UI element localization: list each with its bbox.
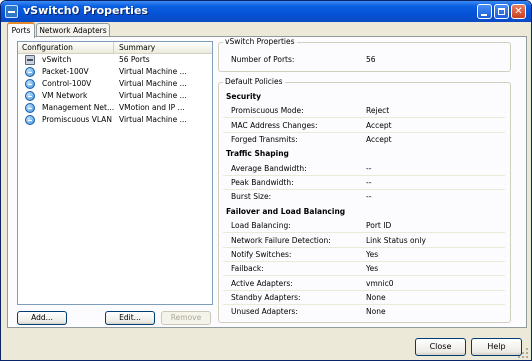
- list-item-configuration: Control-100V: [42, 79, 92, 88]
- portgroup-icon: [25, 115, 35, 125]
- help-button[interactable]: Help: [471, 338, 522, 356]
- row-divider: [223, 132, 505, 133]
- tab-ports[interactable]: Ports: [7, 22, 35, 38]
- network-failure-detection-value: Link Status only: [366, 236, 426, 245]
- list-item-configuration: Packet-100V: [42, 67, 89, 76]
- load-balancing-value: Port ID: [366, 221, 392, 230]
- list-header: Configuration Summary: [18, 42, 212, 54]
- notify-switches-label: Notify Switches:: [231, 250, 292, 259]
- row-divider: [223, 117, 505, 118]
- forged-transmits-value: Accept: [366, 135, 392, 144]
- promiscuous-mode-label: Promiscuous Mode:: [231, 106, 304, 115]
- security-heading: Security: [226, 92, 262, 101]
- list-item[interactable]: VM Network Virtual Machine ...: [18, 90, 212, 102]
- title-bar[interactable]: vSwitch0 Properties ✕: [1, 1, 531, 22]
- load-balancing-label: Load Balancing:: [231, 221, 291, 230]
- average-bandwidth-value: --: [366, 164, 372, 173]
- portgroup-icon: [25, 67, 35, 77]
- list-item-configuration: Promiscuous VLAN: [42, 115, 112, 124]
- list-item-configuration: vSwitch: [42, 55, 72, 64]
- unused-adapters-value: None: [366, 307, 386, 316]
- active-adapters-value: vmnic0: [366, 279, 394, 288]
- row-divider: [223, 189, 505, 190]
- list-item-configuration: VM Network: [42, 91, 88, 100]
- remove-button[interactable]: Remove: [161, 311, 211, 325]
- list-item-summary: Virtual Machine ...: [119, 91, 187, 100]
- row-divider: [223, 304, 505, 305]
- row-divider: [223, 275, 505, 276]
- list-item[interactable]: Packet-100V Virtual Machine ...: [18, 66, 212, 78]
- forged-transmits-label: Forged Transmits:: [231, 135, 298, 144]
- vswitch-icon: [25, 55, 35, 65]
- standby-adapters-label: Standby Adapters:: [231, 293, 301, 302]
- portgroup-icon: [25, 91, 35, 101]
- list-item-summary: VMotion and IP ...: [119, 103, 185, 112]
- minimize-icon: [481, 14, 487, 16]
- close-icon: ✕: [514, 6, 523, 17]
- portgroup-icon: [25, 103, 35, 113]
- unused-adapters-label: Unused Adapters:: [231, 307, 298, 316]
- maximize-icon: [498, 8, 505, 15]
- list-item[interactable]: Control-100V Virtual Machine ...: [18, 78, 212, 90]
- list-item[interactable]: Promiscuous VLAN Virtual Machine ...: [18, 114, 212, 126]
- peak-bandwidth-label: Peak Bandwidth:: [231, 178, 294, 187]
- burst-size-label: Burst Size:: [231, 192, 272, 201]
- list-item-summary: Virtual Machine ...: [119, 79, 187, 88]
- network-failure-detection-label: Network Failure Detection:: [231, 236, 331, 245]
- list-item-summary: 56 Ports: [119, 55, 150, 64]
- failback-value: Yes: [366, 264, 379, 273]
- tab-network-adapters[interactable]: Network Adapters: [36, 23, 110, 37]
- row-divider: [223, 247, 505, 248]
- row-divider: [223, 261, 505, 262]
- close-button[interactable]: Close: [415, 338, 466, 356]
- list-item[interactable]: vSwitch 56 Ports: [18, 54, 212, 66]
- failback-label: Failback:: [231, 264, 264, 273]
- number-of-ports-value: 56: [366, 55, 376, 64]
- add-button[interactable]: Add...: [17, 311, 67, 325]
- mac-address-changes-label: MAC Address Changes:: [231, 121, 318, 130]
- number-of-ports-label: Number of Ports:: [231, 55, 295, 64]
- row-divider: [223, 232, 505, 233]
- properties-window: vSwitch0 Properties ✕ Ports Network Adap…: [0, 0, 532, 361]
- minimize-button[interactable]: [477, 4, 492, 19]
- list-item-summary: Virtual Machine ...: [119, 67, 187, 76]
- list-item-summary: Virtual Machine ...: [119, 115, 187, 124]
- window-close-button[interactable]: ✕: [511, 4, 526, 19]
- mac-address-changes-value: Accept: [366, 121, 392, 130]
- list-item[interactable]: Management Net... VMotion and IP ...: [18, 102, 212, 114]
- portgroup-icon: [25, 79, 35, 89]
- window-title: vSwitch0 Properties: [23, 4, 148, 17]
- vswitch-properties-title: vSwitch Properties: [223, 37, 297, 47]
- maximize-button[interactable]: [494, 4, 509, 19]
- resize-grip[interactable]: [518, 348, 528, 358]
- active-adapters-label: Active Adapters:: [231, 279, 293, 288]
- default-policies-title: Default Policies: [223, 77, 285, 87]
- window-app-icon: [5, 5, 18, 18]
- promiscuous-mode-value: Reject: [366, 106, 390, 115]
- column-header-configuration[interactable]: Configuration: [18, 42, 114, 53]
- standby-adapters-value: None: [366, 293, 386, 302]
- peak-bandwidth-value: --: [366, 178, 372, 187]
- column-header-summary[interactable]: Summary: [115, 42, 212, 53]
- average-bandwidth-label: Average Bandwidth:: [231, 164, 307, 173]
- row-divider: [223, 175, 505, 176]
- burst-size-value: --: [366, 192, 372, 201]
- traffic-shaping-heading: Traffic Shaping: [226, 149, 289, 158]
- notify-switches-value: Yes: [366, 250, 379, 259]
- failover-heading: Failover and Load Balancing: [226, 207, 346, 216]
- list-item-configuration: Management Net...: [42, 103, 114, 112]
- row-divider: [223, 290, 505, 291]
- configuration-list[interactable]: Configuration Summary vSwitch 56 Ports P…: [17, 41, 213, 305]
- edit-button[interactable]: Edit...: [105, 311, 155, 325]
